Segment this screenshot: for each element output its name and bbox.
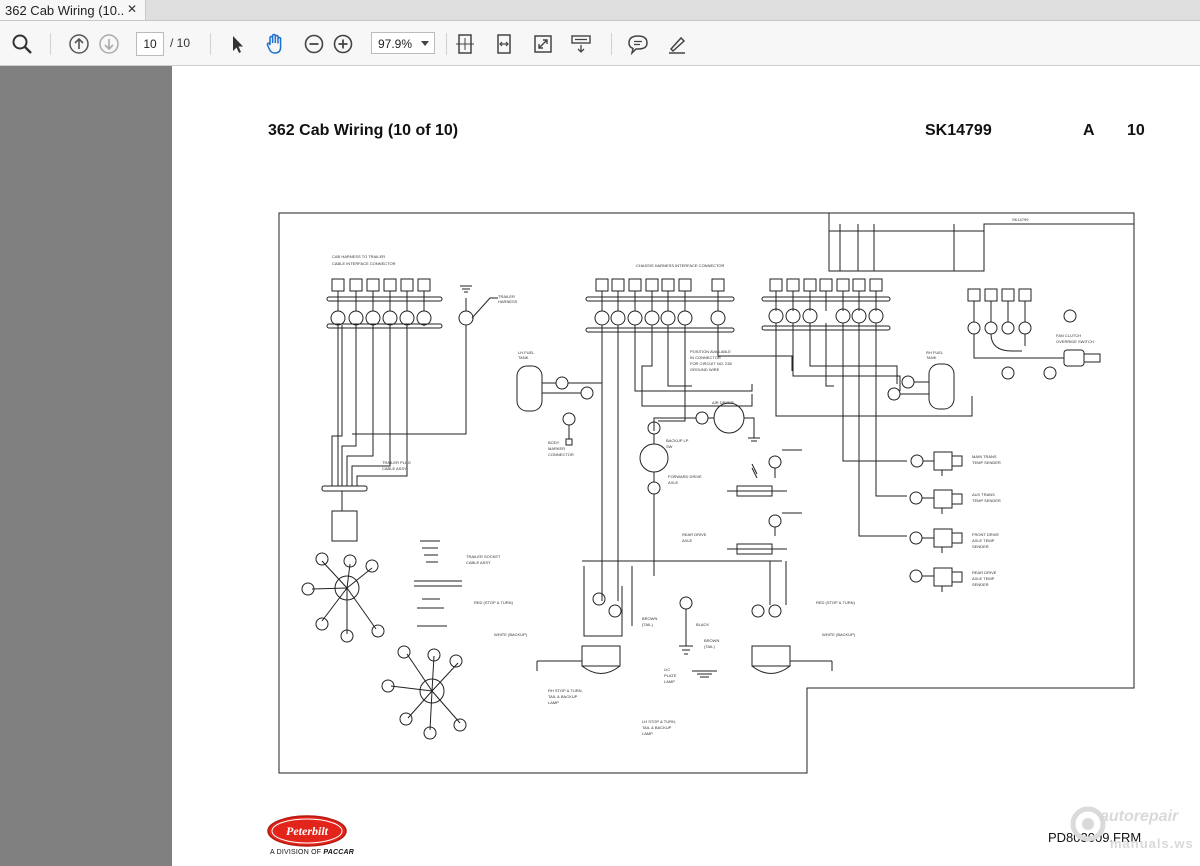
pdf-page[interactable]: 362 Cab Wiring (10 of 10) SK14799 A 10 C… [172,66,1200,866]
svg-text:RED (STOP & TURN): RED (STOP & TURN) [816,600,856,605]
wiring-diagram: CAB HARNESS TO TRAILER CABLE INTERFACE C… [278,212,1135,774]
svg-text:CABLE ASSY: CABLE ASSY [466,560,491,565]
document-tab[interactable]: 362 Cab Wiring (10... ✕ [0,0,146,20]
svg-text:TAIL & BACKUP: TAIL & BACKUP [548,694,578,699]
comment-icon[interactable] [625,31,651,57]
logo-subtitle-text: A DIVISION OF [270,849,322,856]
svg-text:CABLE ASSY: CABLE ASSY [382,466,407,471]
svg-text:SENDER: SENDER [972,544,989,549]
svg-text:HARNESS: HARNESS [498,299,518,304]
svg-text:MAIN TRANS: MAIN TRANS [972,454,997,459]
svg-text:REAR DRIVE: REAR DRIVE [682,532,707,537]
svg-text:GROUND WIRE: GROUND WIRE [690,367,720,372]
svg-text:(TAIL): (TAIL) [704,644,715,649]
svg-text:(TAIL): (TAIL) [642,622,653,627]
zoom-value: 97.9% [378,37,413,51]
svg-text:FORWARD DRIVE: FORWARD DRIVE [668,474,702,479]
svg-text:LAMP: LAMP [664,679,675,684]
svg-text:SENDER: SENDER [972,582,989,587]
svg-text:IN CONNECTOR: IN CONNECTOR [690,355,721,360]
svg-text:WHITE (BACKUP): WHITE (BACKUP) [494,632,528,637]
svg-text:BODY: BODY [548,440,560,445]
toolbar-separator [446,33,447,55]
zoom-select[interactable]: 97.9% [371,32,435,54]
svg-text:WHITE (BACKUP): WHITE (BACKUP) [822,632,856,637]
fit-width-icon[interactable] [491,31,517,57]
svg-text:AXLE: AXLE [682,538,693,543]
toolbar-separator [50,33,51,55]
svg-text:AXLE TEMP: AXLE TEMP [972,576,995,581]
svg-text:FRONT DRIVE: FRONT DRIVE [972,532,999,537]
watermark-text: autorepair [1100,808,1179,825]
tab-bar: 362 Cab Wiring (10... ✕ [0,0,1200,21]
select-arrow-icon[interactable] [224,31,250,57]
svg-text:PLATE: PLATE [664,673,677,678]
zoom-out-icon[interactable] [301,31,327,57]
svg-text:TEMP SENDER: TEMP SENDER [972,460,1001,465]
svg-text:TANK: TANK [926,355,937,360]
full-screen-icon[interactable] [530,31,556,57]
svg-text:LIC: LIC [664,667,670,672]
toolbar-separator [210,33,211,55]
svg-text:SK14799: SK14799 [1012,217,1029,222]
svg-text:AUX TRANS: AUX TRANS [972,492,995,497]
page-number-input[interactable]: 10 [136,32,164,56]
svg-text:TAIL & BACKUP: TAIL & BACKUP [642,725,672,730]
svg-text:RED (STOP & TURN): RED (STOP & TURN) [474,600,514,605]
toolbar-separator [611,33,612,55]
svg-text:OVERRIDE SWITCH: OVERRIDE SWITCH [1056,339,1094,344]
svg-text:LH STOP & TURN,: LH STOP & TURN, [642,719,676,724]
svg-text:REAR DRIVE: REAR DRIVE [972,570,997,575]
read-mode-icon[interactable] [568,31,594,57]
svg-text:TRAILER SOCKET: TRAILER SOCKET [466,554,501,559]
tab-title: 362 Cab Wiring (10... [5,2,125,18]
svg-text:SW: SW [666,444,673,449]
svg-text:MARKER: MARKER [548,446,565,451]
close-tab-icon[interactable]: ✕ [127,2,137,16]
svg-text:BROWN: BROWN [642,616,657,621]
search-icon[interactable] [9,31,35,57]
peterbilt-logo: Peterbilt [267,815,347,847]
page-total: / 10 [170,36,191,50]
logo-brand-text: PACCAR [323,849,355,856]
fit-page-icon[interactable] [452,31,478,57]
svg-text:CABLE INTERFACE CONNECTOR: CABLE INTERFACE CONNECTOR [332,261,396,266]
chevron-down-icon [421,41,429,46]
svg-text:POSITION AVAILABLE: POSITION AVAILABLE [690,349,731,354]
watermark-subtext: manuals.ws [1110,836,1194,851]
svg-text:CHASSIS HARNESS INTERFACE CONN: CHASSIS HARNESS INTERFACE CONNECTOR [636,263,724,268]
svg-text:TEMP SENDER: TEMP SENDER [972,498,1001,503]
svg-text:TRAILER PLUG: TRAILER PLUG [382,460,411,465]
page-down-icon[interactable] [96,31,122,57]
svg-text:CONNECTOR: CONNECTOR [548,452,574,457]
svg-text:CAB HARNESS TO TRAILER: CAB HARNESS TO TRAILER [332,254,385,259]
svg-text:BROWN: BROWN [704,638,719,643]
svg-text:LAMP: LAMP [548,700,559,705]
svg-text:TANK: TANK [518,355,529,360]
svg-text:AIR DRYER: AIR DRYER [712,400,734,405]
svg-text:BACKUP LP: BACKUP LP [666,438,689,443]
svg-text:BLACK: BLACK [696,622,709,627]
zoom-in-icon[interactable] [330,31,356,57]
toolbar: 10 / 10 97.9% [0,21,1200,66]
logo-subtitle: A DIVISION OF PACCAR [270,849,354,856]
svg-text:FOR CIRCUIT NO. 238: FOR CIRCUIT NO. 238 [690,361,732,366]
svg-text:AXLE: AXLE [668,480,679,485]
svg-text:RH STOP & TURN,: RH STOP & TURN, [548,688,583,693]
viewer-background [0,66,172,866]
svg-text:Peterbilt: Peterbilt [286,824,329,838]
page-up-icon[interactable] [66,31,92,57]
svg-text:AXLE TEMP: AXLE TEMP [972,538,995,543]
hand-icon[interactable] [262,31,288,57]
svg-text:LAMP: LAMP [642,731,653,736]
svg-text:FAN CLUTCH: FAN CLUTCH [1056,333,1081,338]
highlight-icon[interactable] [664,31,690,57]
